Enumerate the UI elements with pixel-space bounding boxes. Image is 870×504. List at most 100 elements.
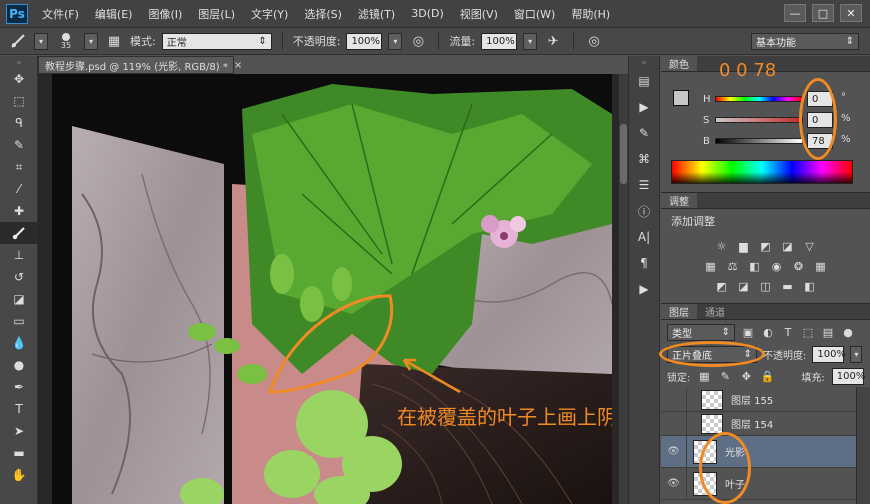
menu-view[interactable]: 视图(V) <box>452 6 506 22</box>
clone-stamp-tool-icon[interactable]: ⊥ <box>0 244 38 266</box>
menu-layer[interactable]: 图层(L) <box>190 6 243 22</box>
flow-dropdown[interactable]: ▾ <box>523 32 538 50</box>
selective-color-icon[interactable]: ◧ <box>803 279 817 293</box>
brush-panel-toggle-icon[interactable]: ▦ <box>104 31 124 51</box>
brightness-contrast-icon[interactable]: ☼ <box>715 239 729 253</box>
actions-panel-icon[interactable]: ▶ <box>629 94 659 120</box>
navigator-panel-icon[interactable]: ▶ <box>629 276 659 302</box>
eye-icon[interactable]: 👁 <box>661 467 687 500</box>
levels-icon[interactable]: ▆ <box>737 239 751 253</box>
tab-layers[interactable]: 图层 <box>661 304 697 319</box>
canvas-vertical-scrollbar[interactable] <box>618 74 628 504</box>
layer-name[interactable]: 图层 154 <box>731 416 773 431</box>
color-balance-icon[interactable]: ⚖ <box>726 259 740 273</box>
crop-tool-icon[interactable]: ⌗ <box>0 156 38 178</box>
posterize-icon[interactable]: ◪ <box>737 279 751 293</box>
properties-panel-icon[interactable]: ☰ <box>629 172 659 198</box>
layer-name[interactable]: 图层 155 <box>731 392 773 407</box>
canvas[interactable]: 在被覆盖的叶子上画上阴影 <box>52 74 612 504</box>
visibility-toggle[interactable] <box>661 387 687 412</box>
healing-brush-tool-icon[interactable]: ✚ <box>0 200 38 222</box>
opacity-dropdown[interactable]: ▾ <box>388 32 403 50</box>
dodge-tool-icon[interactable]: ● <box>0 354 38 376</box>
lock-image-icon[interactable]: ✎ <box>718 370 732 384</box>
brush-size-picker[interactable]: 35 <box>54 31 78 51</box>
opacity-field[interactable]: 100% <box>346 32 383 50</box>
threshold-icon[interactable]: ◫ <box>759 279 773 293</box>
type-tool-icon[interactable]: T <box>0 398 38 420</box>
menu-type[interactable]: 文字(Y) <box>243 6 296 22</box>
invert-icon[interactable]: ◩ <box>715 279 729 293</box>
menu-window[interactable]: 窗口(W) <box>506 6 563 22</box>
restore-button[interactable]: □ <box>812 4 834 22</box>
layer-filter-select[interactable]: 类型 ⇕ <box>667 324 735 341</box>
document-tab[interactable]: 教程步骤.psd @ 119% (光影, RGB/8) * × <box>38 56 242 74</box>
menu-image[interactable]: 图像(I) <box>140 6 190 22</box>
curves-icon[interactable]: ◩ <box>759 239 773 253</box>
marquee-tool-icon[interactable]: ⬚ <box>0 90 38 112</box>
menu-edit[interactable]: 编辑(E) <box>87 6 141 22</box>
lock-all-icon[interactable]: 🔒 <box>760 370 775 384</box>
menu-filter[interactable]: 滤镜(T) <box>350 6 403 22</box>
brush-size-dropdown[interactable]: ▾ <box>84 32 98 50</box>
layer-row[interactable]: 图层 154 <box>661 411 856 436</box>
quick-selection-tool-icon[interactable]: ✎ <box>0 134 38 156</box>
hue-slider[interactable] <box>715 96 803 102</box>
minimize-button[interactable]: — <box>784 4 806 22</box>
lasso-tool-icon[interactable]: ᑫ <box>0 112 38 134</box>
adjustment-filter-icon[interactable]: ◐ <box>761 326 775 340</box>
tool-preset-dropdown[interactable]: ▾ <box>34 32 48 50</box>
brush-tool-preset-icon[interactable] <box>8 31 28 51</box>
eyedropper-tool-icon[interactable]: ⁄ <box>0 178 38 200</box>
pressure-opacity-icon[interactable]: ◎ <box>408 31 428 51</box>
vibrance-icon[interactable]: ▽ <box>803 239 817 253</box>
tab-adjustments[interactable]: 调整 <box>661 193 697 208</box>
history-brush-tool-icon[interactable]: ↺ <box>0 266 38 288</box>
close-button[interactable]: ✕ <box>840 4 862 22</box>
gradient-map-icon[interactable]: ▬ <box>781 279 795 293</box>
layer-opacity-dropdown[interactable]: ▾ <box>850 346 863 363</box>
saturation-slider[interactable] <box>715 117 803 123</box>
lock-transparent-icon[interactable]: ▦ <box>697 370 711 384</box>
menu-select[interactable]: 选择(S) <box>296 6 350 22</box>
paragraph-panel-icon[interactable]: ¶ <box>629 250 659 276</box>
flow-field[interactable]: 100% <box>481 32 518 50</box>
smart-object-filter-icon[interactable]: ▤ <box>821 326 835 340</box>
visibility-toggle[interactable] <box>661 411 687 436</box>
exposure-icon[interactable]: ◪ <box>781 239 795 253</box>
layers-scrollbar[interactable] <box>856 387 870 504</box>
black-white-icon[interactable]: ◧ <box>748 259 762 273</box>
menu-help[interactable]: 帮助(H) <box>563 6 618 22</box>
airbrush-icon[interactable]: ✈ <box>543 31 563 51</box>
history-panel-icon[interactable]: ▤ <box>629 68 659 94</box>
brightness-slider[interactable] <box>715 138 803 144</box>
photo-filter-icon[interactable]: ◉ <box>770 259 784 273</box>
pressure-size-icon[interactable]: ◎ <box>584 31 604 51</box>
menu-file[interactable]: 文件(F) <box>34 6 87 22</box>
brush-presets-icon[interactable]: ✎ <box>629 120 659 146</box>
layer-opacity-field[interactable]: 100% <box>812 346 846 363</box>
eye-icon[interactable]: 👁 <box>661 435 687 468</box>
lock-position-icon[interactable]: ✥ <box>739 370 753 384</box>
layer-row[interactable]: 👁 叶子 <box>661 467 856 500</box>
foreground-color-swatch[interactable] <box>673 90 689 106</box>
hand-tool-icon[interactable]: ✋ <box>0 464 38 486</box>
blur-tool-icon[interactable]: 💧 <box>0 332 38 354</box>
scrollbar-thumb[interactable] <box>620 124 627 184</box>
fill-field[interactable]: 100% <box>831 368 865 385</box>
character-panel-icon[interactable]: A| <box>629 224 659 250</box>
color-lookup-icon[interactable]: ▦ <box>814 259 828 273</box>
hue-saturation-icon[interactable]: ▦ <box>704 259 718 273</box>
tab-channels[interactable]: 通道 <box>697 304 733 319</box>
gradient-tool-icon[interactable]: ▭ <box>0 310 38 332</box>
type-filter-icon[interactable]: T <box>781 326 795 340</box>
move-tool-icon[interactable]: ✥ <box>0 68 38 90</box>
pen-tool-icon[interactable]: ✒ <box>0 376 38 398</box>
path-selection-tool-icon[interactable]: ➤ <box>0 420 38 442</box>
tab-color[interactable]: 颜色 <box>661 56 697 71</box>
close-tab-icon[interactable]: × <box>234 60 242 71</box>
filter-toggle-icon[interactable]: ● <box>841 326 855 340</box>
strip-grip-icon[interactable]: « <box>629 56 659 68</box>
layer-row[interactable]: 图层 155 <box>661 387 856 412</box>
menu-3d[interactable]: 3D(D) <box>403 7 452 20</box>
